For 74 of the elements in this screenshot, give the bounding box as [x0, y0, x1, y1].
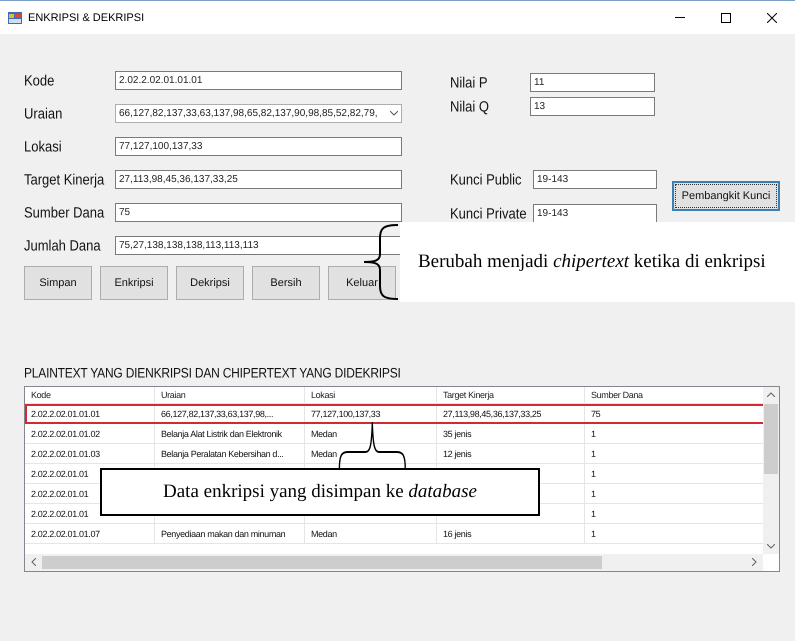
table-cell: Medan — [311, 428, 337, 438]
table-cell: 1 — [591, 528, 596, 538]
table-row[interactable]: 2.02.2.02.01.01.01 66,127,82,137,33,63,137,98,... 77,127,100,137,33 27,113,98,45,36,137,33,25 75 — [25, 404, 765, 424]
table-row[interactable]: 2.02.2.02.01.01.02 Belanja Alat Listrik dan Elektronik Medan 35 jenis 1 — [25, 424, 765, 444]
close-icon[interactable] — [767, 12, 777, 22]
scroll-left-icon[interactable] — [31, 558, 36, 566]
annotation-text: Berubah menjadi chipertext ketika di enkripsi — [418, 250, 767, 274]
table-cell: 2.02.2.02.01.01.03 — [31, 448, 100, 458]
column-header[interactable]: Lokasi — [305, 387, 437, 404]
table-cell: 1 — [591, 488, 596, 498]
table-cell: Medan — [311, 528, 337, 538]
table-cell: 66,127,82,137,33,63,137,98,... — [161, 408, 274, 418]
text-field[interactable]: 19-143 — [533, 170, 657, 188]
field-label: Nilai Q — [450, 97, 490, 115]
column-header[interactable]: Uraian — [155, 387, 305, 404]
table-cell: 2.02.2.02.01.01 — [31, 508, 88, 518]
text-field[interactable]: 75,27,138,138,138,113,113,113 — [115, 236, 402, 255]
annotation-text: Data enkripsi yang disimpan ke database — [163, 481, 477, 503]
app-icon — [8, 12, 22, 24]
table-row[interactable]: 2.02.2.02.01.01.03 Belanja Peralatan Kebersihan d... Medan 12 jenis 1 — [25, 444, 765, 464]
form-button[interactable]: Keluar — [328, 266, 396, 300]
table-cell: 2.02.2.02.01.01 — [31, 488, 88, 498]
table-cell: 1 — [591, 448, 596, 458]
text-field[interactable]: 2.02.2.02.01.01.01 — [115, 71, 402, 90]
column-header[interactable]: Target Kinerja — [437, 387, 585, 404]
form-button[interactable]: Enkripsi — [100, 266, 168, 300]
field-label: Kunci Public — [450, 170, 523, 188]
field-label: Kode — [24, 72, 56, 90]
field-label: Uraian — [24, 104, 64, 122]
maximize-icon[interactable] — [721, 12, 731, 22]
table-cell: 77,127,100,137,33 — [311, 408, 380, 418]
table-cell: 16 jenis — [443, 528, 472, 538]
text-field[interactable]: 75 — [115, 203, 402, 222]
table-cell: 1 — [591, 468, 596, 478]
text-field[interactable]: 77,127,100,137,33 — [115, 137, 402, 156]
field-label: Sumber Dana — [24, 204, 106, 222]
table-cell: 2.02.2.02.01.01 — [31, 468, 88, 478]
table-cell: Penyediaan makan dan minuman — [161, 528, 286, 538]
text-field[interactable]: 13 — [530, 96, 655, 116]
column-header[interactable]: Kode — [25, 387, 155, 404]
table-cell: 2.02.2.02.01.01.02 — [31, 428, 100, 438]
vertical-scrollbar[interactable] — [763, 387, 779, 554]
table-row[interactable]: 2.02.2.02.01.01.07 Penyediaan makan dan minuman Medan 16 jenis 1 — [25, 524, 765, 544]
form-button[interactable]: Simpan — [24, 266, 92, 300]
dropdown-field[interactable]: 66,127,82,137,33,63,137,98,65,82,137,90,98,85,52,82,79, — [115, 104, 402, 123]
field-label: Jumlah Dana — [24, 236, 102, 254]
table-cell: 1 — [591, 508, 596, 518]
horizontal-scrollbar[interactable] — [25, 554, 763, 571]
table-cell: 1 — [591, 428, 596, 438]
scroll-up-icon[interactable] — [767, 392, 775, 397]
form-button[interactable]: Dekripsi — [176, 266, 244, 300]
table-cell: 12 jenis — [443, 448, 472, 458]
text-field[interactable]: 19-143 — [533, 204, 657, 222]
form-button[interactable]: Bersih — [252, 266, 320, 300]
field-label: Nilai P — [450, 73, 489, 91]
table-cell: 27,113,98,45,36,137,33,25 — [443, 408, 542, 418]
table-cell: Medan — [311, 448, 337, 458]
caret-icon — [390, 111, 398, 116]
field-label: Lokasi — [24, 138, 63, 156]
scroll-down-icon[interactable] — [767, 544, 775, 549]
table-cell: 35 jenis — [443, 428, 472, 438]
text-field[interactable]: 11 — [530, 72, 655, 92]
table-cell: Belanja Alat Listrik dan Elektronik — [161, 428, 282, 438]
window-title: ENKRIPSI & DEKRIPSI — [28, 12, 144, 24]
text-field[interactable]: 27,113,98,45,36,137,33,25 — [115, 170, 402, 189]
field-label: Target Kinerja — [24, 170, 106, 188]
table-cell: 75 — [591, 408, 600, 418]
table-title: PLAINTEXT YANG DIENKRIPSI DAN CHIPERTEXT YANG DIDEKRIPSI — [24, 364, 401, 382]
scroll-right-icon[interactable] — [752, 558, 757, 566]
field-label: Kunci Private — [450, 204, 528, 222]
form-button[interactable]: Pembangkit Kunci — [672, 181, 780, 211]
table-cell: 2.02.2.02.01.01.01 — [31, 408, 100, 418]
table-cell: Belanja Peralatan Kebersihan d... — [161, 448, 284, 458]
table-cell: 2.02.2.02.01.01.07 — [31, 528, 100, 538]
